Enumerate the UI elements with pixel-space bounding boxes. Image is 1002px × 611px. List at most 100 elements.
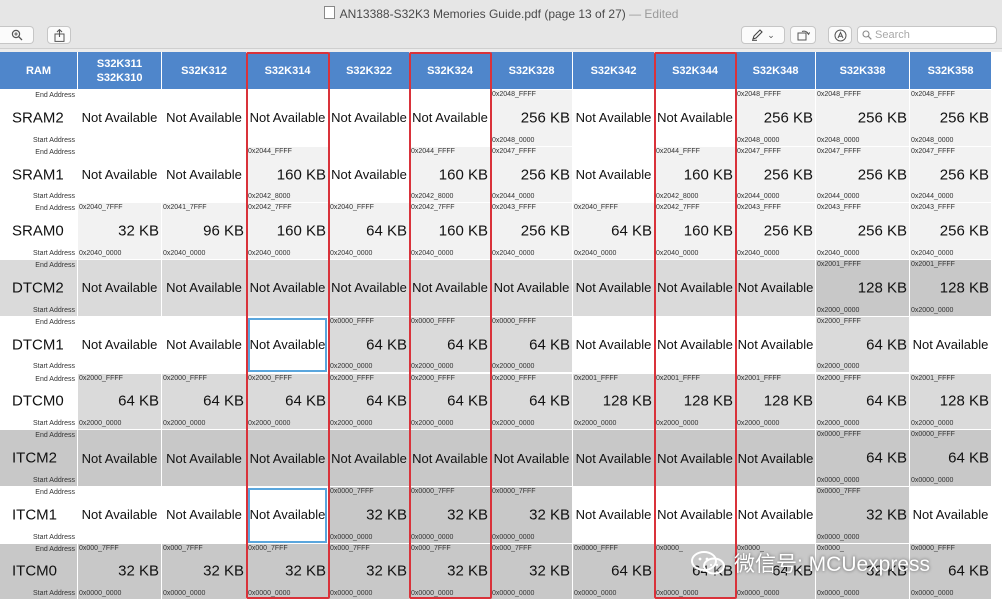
memory-range-cell[interactable]: 0x2000_FFFF 64 KB 0x2000_0000 xyxy=(491,373,573,431)
markup-button[interactable]: ⌄ xyxy=(741,26,785,44)
memory-range-cell[interactable]: 0x0000_FFFF 64 KB 0x0000_0000 xyxy=(910,430,992,487)
not-available-cell[interactable]: Not Available xyxy=(655,260,736,317)
memory-range-cell[interactable]: 0x2041_7FFF 96 KB 0x2040_0000 xyxy=(162,203,247,261)
memory-range-cell[interactable]: 0x2001_FFFF 128 KB 0x2000_0000 xyxy=(910,373,992,431)
not-available-cell[interactable]: Not Available xyxy=(410,90,491,147)
memory-range-cell[interactable]: 0x2044_FFFF 160 KB 0x2042_8000 xyxy=(247,146,329,204)
memory-range-cell[interactable]: 0x2047_FFFF 256 KB 0x2044_0000 xyxy=(910,146,992,204)
memory-range-cell[interactable]: 0x2043_FFFF 256 KB 0x2040_0000 xyxy=(816,203,910,261)
memory-range-cell[interactable]: 0x2001_FFFF 128 KB 0x2000_0000 xyxy=(655,373,736,431)
search-field[interactable]: Search xyxy=(857,26,997,44)
memory-range-cell[interactable]: 0x2048_FFFF 256 KB 0x2048_0000 xyxy=(816,90,910,147)
not-available-cell[interactable]: Not Available xyxy=(78,486,162,544)
memory-range-cell[interactable]: 0x2000_FFFF 64 KB 0x2000_0000 xyxy=(410,373,491,431)
memory-range-cell[interactable]: 0x2043_FFFF 256 KB 0x2040_0000 xyxy=(491,203,573,261)
memory-range-cell[interactable]: 0x000_7FFF 32 KB 0x0000_0000 xyxy=(247,543,329,601)
not-available-cell[interactable]: Not Available xyxy=(655,316,736,374)
not-available-cell[interactable]: Not Available xyxy=(78,430,162,487)
memory-range-cell[interactable]: 0x2047_FFFF 256 KB 0x2044_0000 xyxy=(816,146,910,204)
not-available-cell[interactable]: Not Available xyxy=(162,316,247,374)
memory-range-cell[interactable]: 0x2000_FFFF 64 KB 0x2000_0000 xyxy=(78,373,162,431)
memory-range-cell[interactable]: 0x2001_FFFF 128 KB 0x2000_0000 xyxy=(736,373,816,431)
memory-range-cell[interactable]: 0x000_7FFF 32 KB 0x0000_0000 xyxy=(162,543,247,601)
memory-range-cell[interactable]: 0x2047_FFFF 256 KB 0x2044_0000 xyxy=(491,146,573,204)
not-available-cell[interactable]: Not Available xyxy=(573,146,655,204)
not-available-cell[interactable]: Not Available xyxy=(162,486,247,544)
memory-range-cell[interactable]: 0x2042_7FFF 160 KB 0x2040_0000 xyxy=(410,203,491,261)
memory-range-cell[interactable]: 0x0000_7FFF 32 KB 0x0000_0000 xyxy=(329,486,410,544)
not-available-cell[interactable]: Not Available xyxy=(736,316,816,374)
memory-range-cell[interactable]: 0x000_7FFF 32 KB 0x0000_0000 xyxy=(410,543,491,601)
memory-range-cell[interactable]: 0x2040_FFFF 64 KB 0x2040_0000 xyxy=(329,203,410,261)
memory-range-cell[interactable]: 0x2001_FFFF 128 KB 0x2000_0000 xyxy=(816,260,910,317)
memory-range-cell[interactable]: 0x2001_FFFF 128 KB 0x2000_0000 xyxy=(573,373,655,431)
not-available-cell[interactable]: Not Available xyxy=(655,90,736,147)
memory-range-cell[interactable]: 0x0000_7FFF 32 KB 0x0000_0000 xyxy=(816,486,910,544)
not-available-cell[interactable]: Not Available xyxy=(162,430,247,487)
not-available-cell[interactable]: Not Available xyxy=(491,430,573,487)
not-available-cell[interactable]: Not Available xyxy=(573,430,655,487)
memory-range-cell[interactable]: 0x2040_7FFF 32 KB 0x2040_0000 xyxy=(78,203,162,261)
not-available-cell[interactable]: Not Available xyxy=(573,260,655,317)
memory-range-cell[interactable]: 0x2000_FFFF 64 KB 0x2000_0000 xyxy=(816,373,910,431)
not-available-cell[interactable]: Not Available xyxy=(247,486,329,544)
not-available-cell[interactable]: Not Available xyxy=(78,316,162,374)
memory-range-cell[interactable]: 0x000_7FFF 32 KB 0x0000_0000 xyxy=(491,543,573,601)
not-available-cell[interactable]: Not Available xyxy=(410,430,491,487)
not-available-cell[interactable]: Not Available xyxy=(910,316,992,374)
memory-range-cell[interactable]: 0x0000_7FFF 32 KB 0x0000_0000 xyxy=(410,486,491,544)
memory-range-cell[interactable]: 0x000_7FFF 32 KB 0x0000_0000 xyxy=(78,543,162,601)
memory-range-cell[interactable]: 0x2000_FFFF 64 KB 0x2000_0000 xyxy=(162,373,247,431)
not-available-cell[interactable]: Not Available xyxy=(78,260,162,317)
not-available-cell[interactable]: Not Available xyxy=(329,430,410,487)
not-available-cell[interactable]: Not Available xyxy=(573,486,655,544)
not-available-cell[interactable]: Not Available xyxy=(162,146,247,204)
rotate-button[interactable] xyxy=(790,26,816,44)
memory-range-cell[interactable]: 0x2048_FFFF 256 KB 0x2048_0000 xyxy=(736,90,816,147)
annotate-button[interactable] xyxy=(828,26,852,44)
memory-range-cell[interactable]: 0x2043_FFFF 256 KB 0x2040_0000 xyxy=(910,203,992,261)
memory-range-cell[interactable]: 0x2040_FFFF 64 KB 0x2040_0000 xyxy=(573,203,655,261)
memory-range-cell[interactable]: 0x0000_FFFF 64 KB 0x0000_0000 xyxy=(816,430,910,487)
not-available-cell[interactable]: Not Available xyxy=(655,486,736,544)
memory-range-cell[interactable]: 0x2044_FFFF 160 KB 0x2042_8000 xyxy=(655,146,736,204)
not-available-cell[interactable]: Not Available xyxy=(910,486,992,544)
not-available-cell[interactable]: Not Available xyxy=(162,260,247,317)
memory-range-cell[interactable]: 0x000_7FFF 32 KB 0x0000_0000 xyxy=(329,543,410,601)
share-button[interactable] xyxy=(47,26,71,44)
not-available-cell[interactable]: Not Available xyxy=(162,90,247,147)
not-available-cell[interactable]: Not Available xyxy=(655,430,736,487)
not-available-cell[interactable]: Not Available xyxy=(491,260,573,317)
pdf-page[interactable]: RAM S32K311 S32K310 S32K312 S32K314 S32K322 S… xyxy=(0,52,1002,611)
memory-range-cell[interactable]: 0x0000_FFFF 64 KB 0x2000_0000 xyxy=(410,316,491,374)
not-available-cell[interactable]: Not Available xyxy=(573,90,655,147)
not-available-cell[interactable]: Not Available xyxy=(410,260,491,317)
memory-range-cell[interactable]: 0x0000_7FFF 32 KB 0x0000_0000 xyxy=(491,486,573,544)
not-available-cell[interactable]: Not Available xyxy=(329,260,410,317)
memory-range-cell[interactable]: 0x2043_FFFF 256 KB 0x2040_0000 xyxy=(736,203,816,261)
not-available-cell[interactable]: Not Available xyxy=(329,146,410,204)
memory-range-cell[interactable]: 0x2042_7FFF 160 KB 0x2040_0000 xyxy=(655,203,736,261)
memory-range-cell[interactable]: 0x0000_FFFF 64 KB 0x2000_0000 xyxy=(491,316,573,374)
memory-range-cell[interactable]: 0x2001_FFFF 128 KB 0x2000_0000 xyxy=(910,260,992,317)
memory-range-cell[interactable]: 0x2048_FFFF 256 KB 0x2048_0000 xyxy=(491,90,573,147)
not-available-cell[interactable]: Not Available xyxy=(329,90,410,147)
memory-range-cell[interactable]: 0x0000_FFFF 64 KB 0x0000_0000 xyxy=(573,543,655,601)
memory-range-cell[interactable]: 0x2000_FFFF 64 KB 0x2000_0000 xyxy=(329,373,410,431)
not-available-cell[interactable]: Not Available xyxy=(247,90,329,147)
not-available-cell[interactable]: Not Available xyxy=(247,316,329,374)
not-available-cell[interactable]: Not Available xyxy=(736,430,816,487)
memory-range-cell[interactable]: 0x2000_FFFF 64 KB 0x2000_0000 xyxy=(816,316,910,374)
memory-range-cell[interactable]: 0x2000_FFFF 64 KB 0x2000_0000 xyxy=(247,373,329,431)
not-available-cell[interactable]: Not Available xyxy=(736,486,816,544)
not-available-cell[interactable]: Not Available xyxy=(247,260,329,317)
not-available-cell[interactable]: Not Available xyxy=(736,260,816,317)
memory-range-cell[interactable]: 0x2048_FFFF 256 KB 0x2048_0000 xyxy=(910,90,992,147)
not-available-cell[interactable]: Not Available xyxy=(247,430,329,487)
memory-range-cell[interactable]: 0x2042_7FFF 160 KB 0x2040_0000 xyxy=(247,203,329,261)
not-available-cell[interactable]: Not Available xyxy=(78,146,162,204)
not-available-cell[interactable]: Not Available xyxy=(573,316,655,374)
zoom-button[interactable] xyxy=(0,26,34,44)
memory-range-cell[interactable]: 0x0000_FFFF 64 KB 0x2000_0000 xyxy=(329,316,410,374)
memory-range-cell[interactable]: 0x2047_FFFF 256 KB 0x2044_0000 xyxy=(736,146,816,204)
